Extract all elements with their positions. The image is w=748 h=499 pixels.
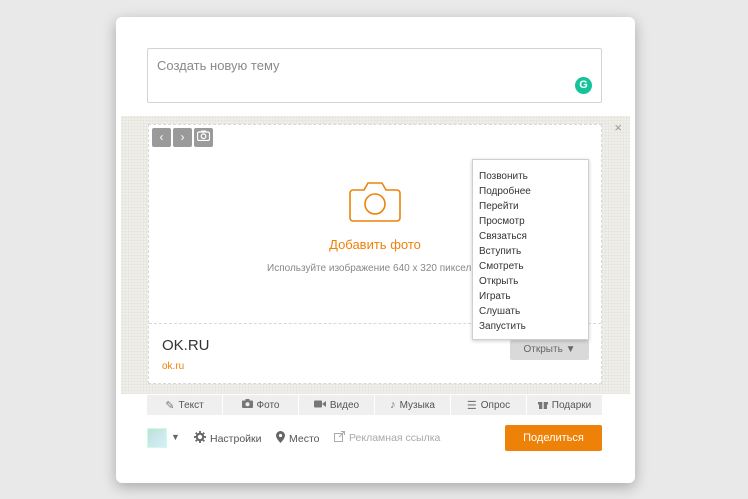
chevron-down-icon[interactable]: ▼ — [171, 432, 180, 442]
tool-gifts[interactable]: Подарки — [527, 395, 602, 415]
tool-music[interactable]: ♪ Музыка — [375, 395, 451, 415]
tool-text-label: Текст — [178, 399, 204, 411]
image-size-hint: Используйте изображение 640 х 320 пиксел — [267, 263, 472, 274]
tool-photo[interactable]: Фото — [223, 395, 299, 415]
action-dropdown-menu: Позвонить Подробнее Перейти Просмотр Свя… — [472, 159, 589, 340]
menu-item-play[interactable]: Играть — [473, 289, 588, 304]
music-note-icon: ♪ — [390, 399, 396, 411]
place-button[interactable]: Место — [276, 431, 320, 446]
menu-item-listen[interactable]: Слушать — [473, 304, 588, 319]
video-icon — [313, 399, 326, 411]
menu-item-open[interactable]: Открыть — [473, 274, 588, 289]
avatar[interactable] — [147, 428, 167, 448]
site-link[interactable]: ok.ru — [162, 361, 184, 372]
gear-icon — [194, 431, 206, 446]
topic-placeholder: Создать новую тему — [157, 58, 280, 73]
tool-video-label: Видео — [329, 399, 360, 411]
poll-icon: ☰ — [466, 399, 477, 412]
grammarly-icon[interactable]: G — [575, 77, 592, 94]
menu-item-launch[interactable]: Запустить — [473, 319, 588, 334]
tool-music-label: Музыка — [399, 399, 435, 411]
close-icon[interactable]: × — [614, 120, 622, 135]
share-button[interactable]: Поделиться — [505, 425, 602, 451]
external-link-icon — [334, 431, 345, 445]
next-image-button[interactable]: › — [173, 128, 192, 147]
tool-text[interactable]: ✎ Текст — [147, 395, 223, 415]
post-dialog: Создать новую тему G × ‹ › Добавить фото… — [116, 17, 635, 483]
gift-icon — [537, 399, 548, 412]
post-footer: ▼ Настройки Место Рекламная ссылка Подел… — [147, 425, 602, 452]
location-pin-icon — [276, 431, 285, 446]
pencil-icon: ✎ — [165, 399, 175, 412]
camera-icon[interactable] — [349, 180, 401, 222]
settings-button[interactable]: Настройки — [194, 431, 262, 446]
menu-item-view[interactable]: Просмотр — [473, 214, 588, 229]
tool-poll-label: Опрос — [480, 399, 511, 411]
site-title[interactable]: OK.RU — [162, 337, 210, 354]
image-nav: ‹ › — [152, 128, 213, 147]
menu-item-call[interactable]: Позвонить — [473, 169, 588, 184]
menu-item-join[interactable]: Вступить — [473, 244, 588, 259]
settings-label: Настройки — [210, 432, 262, 445]
attachment-toolbar: ✎ Текст Фото Видео ♪ Музыка ☰ Опрос Пода… — [147, 395, 602, 415]
menu-item-contact[interactable]: Связаться — [473, 229, 588, 244]
tool-poll[interactable]: ☰ Опрос — [451, 395, 527, 415]
open-button[interactable]: Открыть ▼ — [510, 340, 589, 360]
menu-item-watch[interactable]: Смотреть — [473, 259, 588, 274]
ad-link-label: Рекламная ссылка — [349, 432, 441, 444]
topic-input[interactable]: Создать новую тему G — [147, 48, 602, 103]
menu-item-go[interactable]: Перейти — [473, 199, 588, 214]
camera-small-icon[interactable] — [194, 128, 213, 147]
ad-link-button[interactable]: Рекламная ссылка — [334, 431, 440, 445]
tool-photo-label: Фото — [256, 399, 280, 411]
place-label: Место — [289, 432, 320, 445]
menu-item-more[interactable]: Подробнее — [473, 184, 588, 199]
prev-image-button[interactable]: ‹ — [152, 128, 171, 147]
tool-gifts-label: Подарки — [551, 399, 592, 411]
tool-video[interactable]: Видео — [299, 395, 375, 415]
camera-icon — [241, 399, 253, 411]
